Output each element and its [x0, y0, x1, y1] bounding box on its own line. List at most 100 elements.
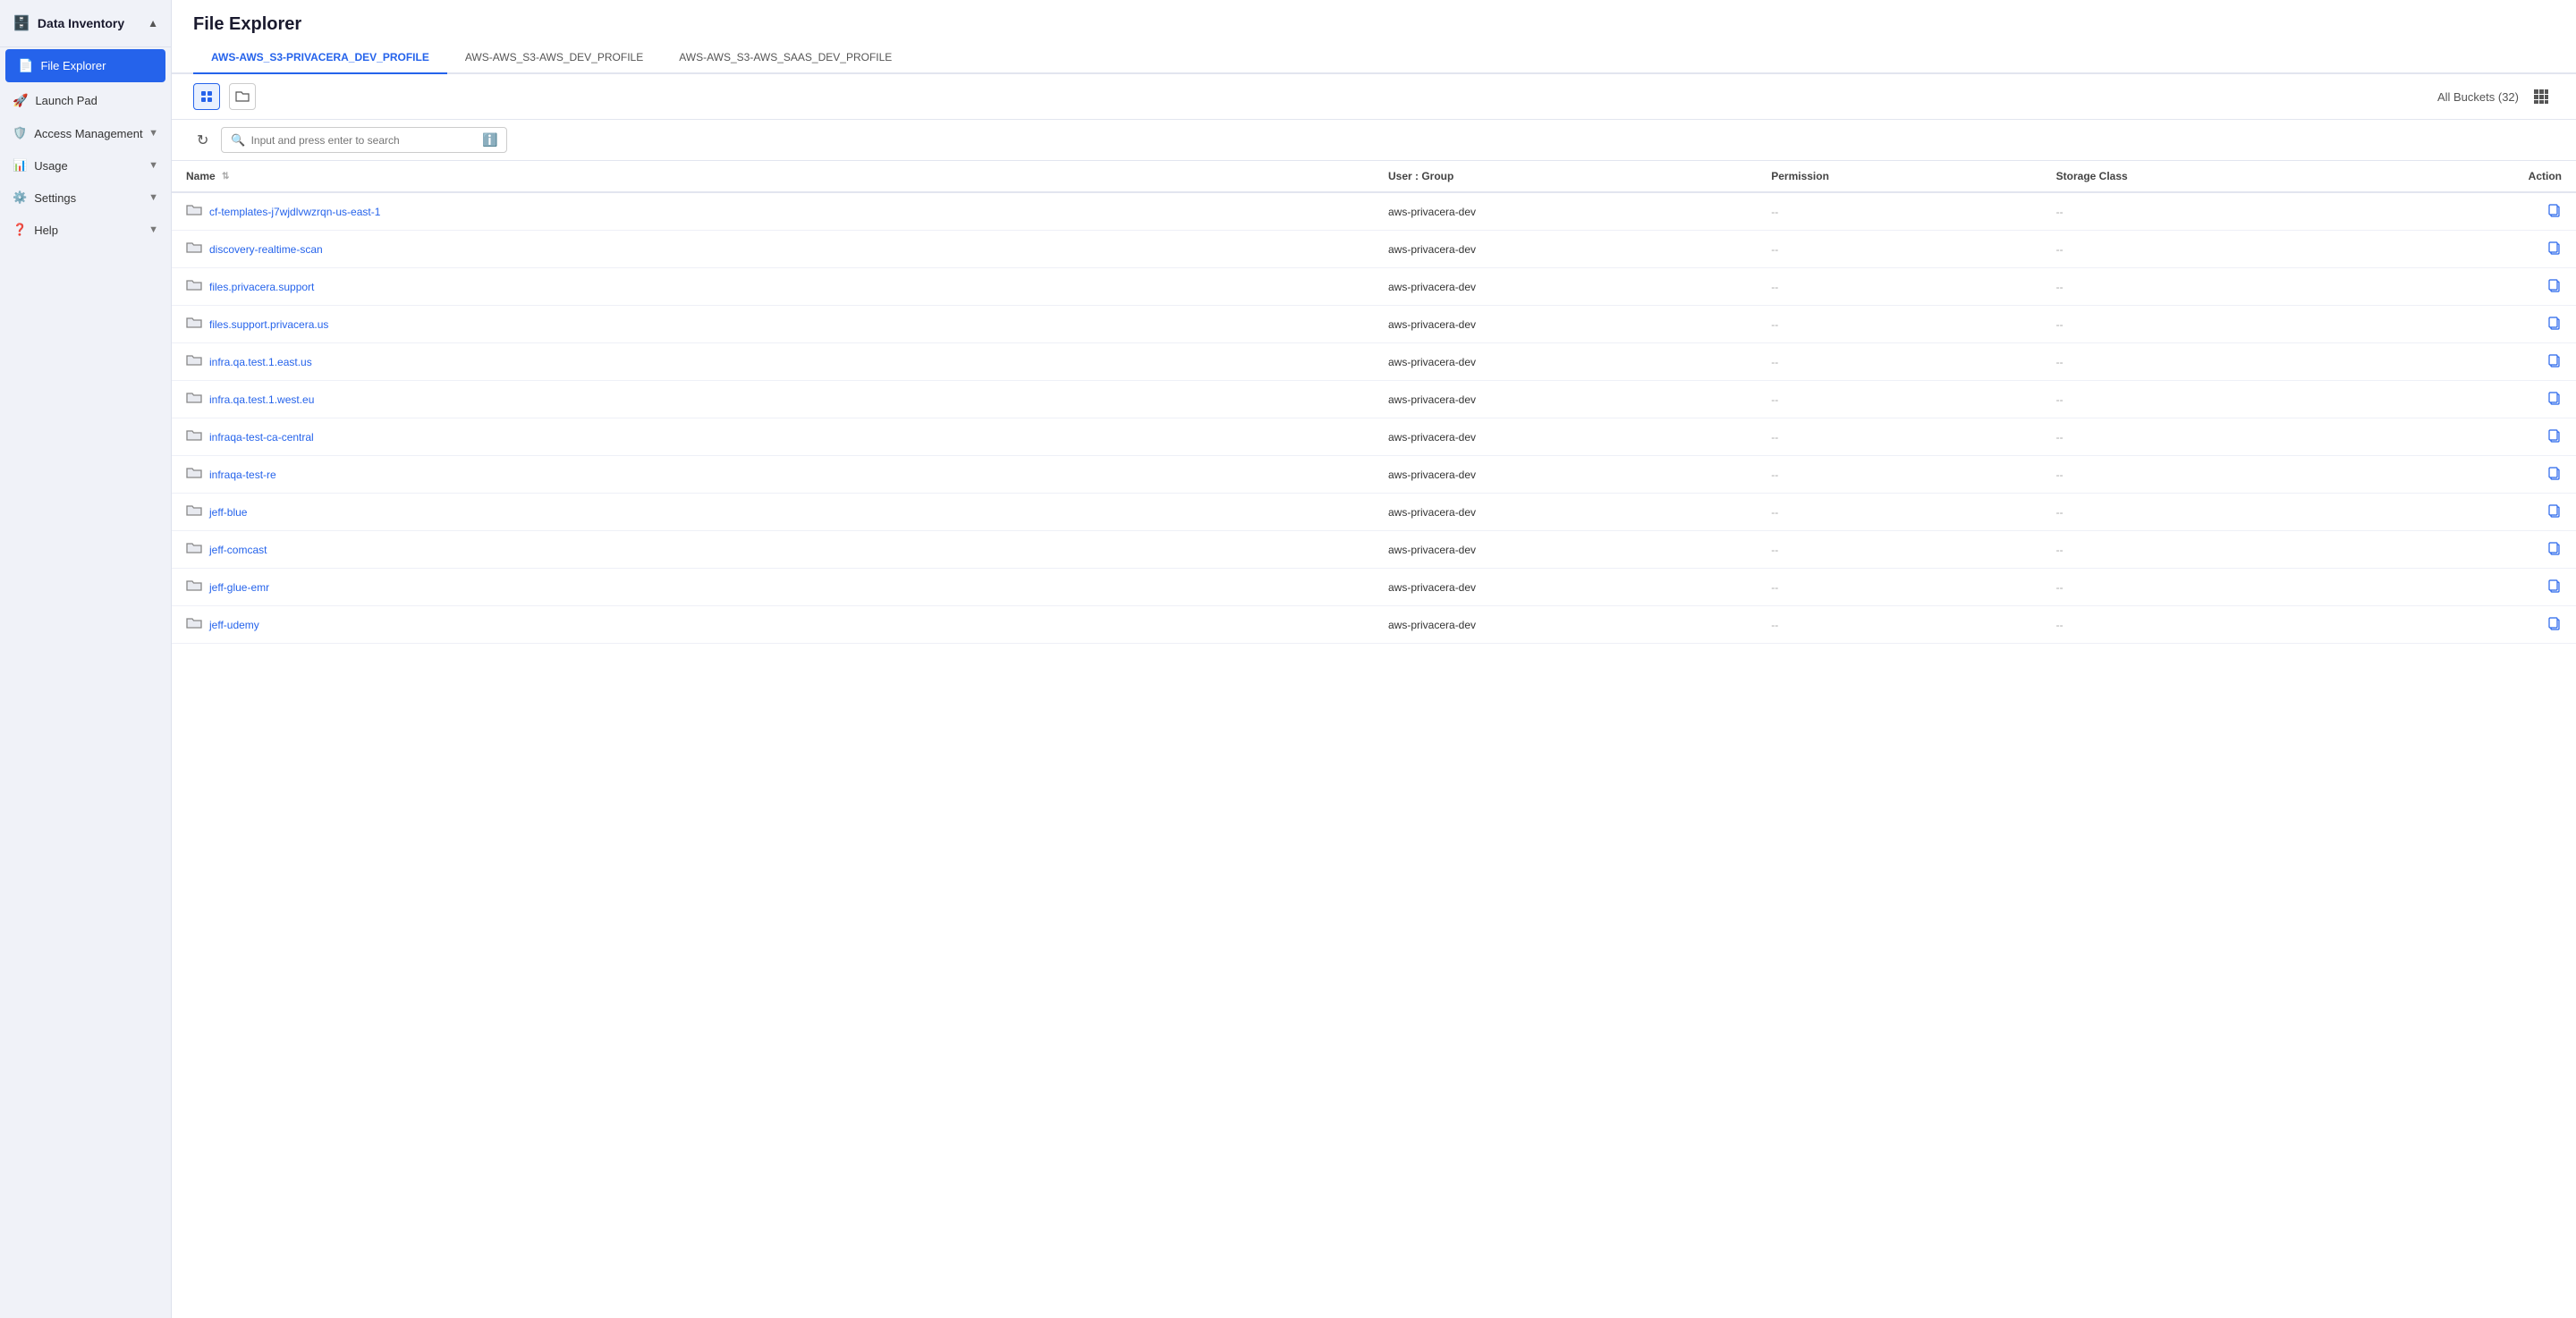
copy-icon[interactable] [2547, 466, 2562, 483]
cell-name: jeff-glue-emr [172, 569, 1374, 606]
copy-icon[interactable] [2547, 428, 2562, 445]
file-name-link[interactable]: cf-templates-j7wjdlvwzrqn-us-east-1 [209, 206, 380, 218]
cell-permission: -- [1757, 494, 2041, 531]
folder-icon [186, 579, 202, 596]
cell-user-group: aws-privacera-dev [1374, 418, 1757, 456]
sidebar-section-usage-label: Usage [34, 159, 68, 173]
col-action: Action [2372, 161, 2576, 192]
sidebar-collapse-chevron: ▲ [148, 17, 158, 30]
cell-storage-class: -- [2042, 494, 2372, 531]
copy-icon[interactable] [2547, 541, 2562, 558]
grid-toggle-button[interactable] [2528, 83, 2555, 110]
tab-dev-profile[interactable]: AWS-AWS_S3-AWS_DEV_PROFILE [447, 42, 661, 74]
cell-name: files.privacera.support [172, 268, 1374, 306]
cell-permission: -- [1757, 343, 2041, 381]
table-row: jeff-glue-emr aws-privacera-dev -- -- [172, 569, 2576, 606]
file-name-link[interactable]: discovery-realtime-scan [209, 243, 323, 256]
sidebar-section-usage[interactable]: 📊 Usage ▼ [0, 149, 171, 182]
cell-storage-class: -- [2042, 343, 2372, 381]
cell-storage-class: -- [2042, 456, 2372, 494]
cell-user-group: aws-privacera-dev [1374, 456, 1757, 494]
cell-action [2372, 381, 2576, 418]
toolbar-right: All Buckets (32) [2437, 83, 2555, 110]
sidebar-item-file-explorer-label: File Explorer [40, 59, 106, 72]
folder-view-button[interactable] [229, 83, 256, 110]
access-management-chevron: ▼ [148, 128, 158, 139]
cell-storage-class: -- [2042, 268, 2372, 306]
sidebar-section-access-management[interactable]: 🛡️ Access Management ▼ [0, 117, 171, 149]
search-row: ↻ 🔍 ℹ️ [172, 120, 2576, 161]
copy-icon[interactable] [2547, 241, 2562, 258]
cell-action [2372, 531, 2576, 569]
col-permission: Permission [1757, 161, 2041, 192]
cell-name: cf-templates-j7wjdlvwzrqn-us-east-1 [172, 192, 1374, 231]
copy-icon[interactable] [2547, 203, 2562, 220]
file-name-link[interactable]: jeff-comcast [209, 544, 267, 556]
help-chevron: ▼ [148, 224, 158, 235]
folder-icon [186, 428, 202, 445]
col-user-group: User : Group [1374, 161, 1757, 192]
cell-name: discovery-realtime-scan [172, 231, 1374, 268]
cell-storage-class: -- [2042, 381, 2372, 418]
cell-name: infraqa-test-re [172, 456, 1374, 494]
copy-icon[interactable] [2547, 503, 2562, 520]
cell-user-group: aws-privacera-dev [1374, 192, 1757, 231]
cell-user-group: aws-privacera-dev [1374, 343, 1757, 381]
col-name: Name ⇅ [172, 161, 1374, 192]
settings-icon: ⚙️ [13, 190, 27, 205]
name-sort-icon[interactable]: ⇅ [222, 172, 229, 182]
access-management-icon: 🛡️ [13, 126, 27, 140]
usage-chevron: ▼ [148, 160, 158, 171]
file-name-link[interactable]: jeff-glue-emr [209, 581, 269, 594]
cell-permission: -- [1757, 192, 2041, 231]
file-name-link[interactable]: infraqa-test-re [209, 469, 276, 481]
file-name-link[interactable]: files.support.privacera.us [209, 318, 328, 331]
table-row: files.support.privacera.us aws-privacera… [172, 306, 2576, 343]
file-name-link[interactable]: jeff-udemy [209, 619, 259, 631]
copy-icon[interactable] [2547, 579, 2562, 596]
file-name-link[interactable]: infraqa-test-ca-central [209, 431, 314, 444]
cell-action [2372, 231, 2576, 268]
sidebar-item-launch-pad-label: Launch Pad [35, 94, 97, 107]
tab-saas-dev-profile[interactable]: AWS-AWS_S3-AWS_SAAS_DEV_PROFILE [661, 42, 910, 74]
table-row: infraqa-test-re aws-privacera-dev -- -- [172, 456, 2576, 494]
file-name-link[interactable]: infra.qa.test.1.west.eu [209, 393, 314, 406]
sidebar-section-help-label: Help [34, 224, 58, 237]
cell-permission: -- [1757, 606, 2041, 644]
folder-icon [186, 391, 202, 408]
cell-action [2372, 494, 2576, 531]
cell-name: jeff-comcast [172, 531, 1374, 569]
toolbar-left [193, 83, 256, 110]
usage-icon: 📊 [13, 158, 27, 173]
sidebar: 🗄️ Data Inventory ▲ 📄 File Explorer 🚀 La… [0, 0, 172, 1318]
refresh-button[interactable]: ↻ [193, 128, 212, 153]
file-name-link[interactable]: infra.qa.test.1.east.us [209, 356, 312, 368]
search-input[interactable] [251, 134, 477, 147]
cell-user-group: aws-privacera-dev [1374, 531, 1757, 569]
copy-icon[interactable] [2547, 316, 2562, 333]
sidebar-item-launch-pad[interactable]: 🚀 Launch Pad [0, 84, 171, 117]
file-view-button[interactable] [193, 83, 220, 110]
sidebar-section-access-management-label: Access Management [34, 127, 142, 140]
cell-name: jeff-udemy [172, 606, 1374, 644]
cell-permission: -- [1757, 381, 2041, 418]
search-info-icon[interactable]: ℹ️ [482, 132, 497, 148]
copy-icon[interactable] [2547, 353, 2562, 370]
cell-action [2372, 418, 2576, 456]
copy-icon[interactable] [2547, 391, 2562, 408]
folder-icon [186, 316, 202, 333]
sidebar-section-settings[interactable]: ⚙️ Settings ▼ [0, 182, 171, 214]
copy-icon[interactable] [2547, 616, 2562, 633]
sidebar-item-file-explorer[interactable]: 📄 File Explorer [5, 49, 165, 82]
file-name-link[interactable]: files.privacera.support [209, 281, 314, 293]
tab-privacera-dev-profile[interactable]: AWS-AWS_S3-PRIVACERA_DEV_PROFILE [193, 42, 447, 74]
file-name-link[interactable]: jeff-blue [209, 506, 247, 519]
copy-icon[interactable] [2547, 278, 2562, 295]
cell-storage-class: -- [2042, 306, 2372, 343]
table-row: files.privacera.support aws-privacera-de… [172, 268, 2576, 306]
sidebar-header[interactable]: 🗄️ Data Inventory ▲ [0, 0, 171, 47]
cell-storage-class: -- [2042, 569, 2372, 606]
sidebar-section-help[interactable]: ❓ Help ▼ [0, 214, 171, 246]
table-row: jeff-comcast aws-privacera-dev -- -- [172, 531, 2576, 569]
cell-action [2372, 606, 2576, 644]
